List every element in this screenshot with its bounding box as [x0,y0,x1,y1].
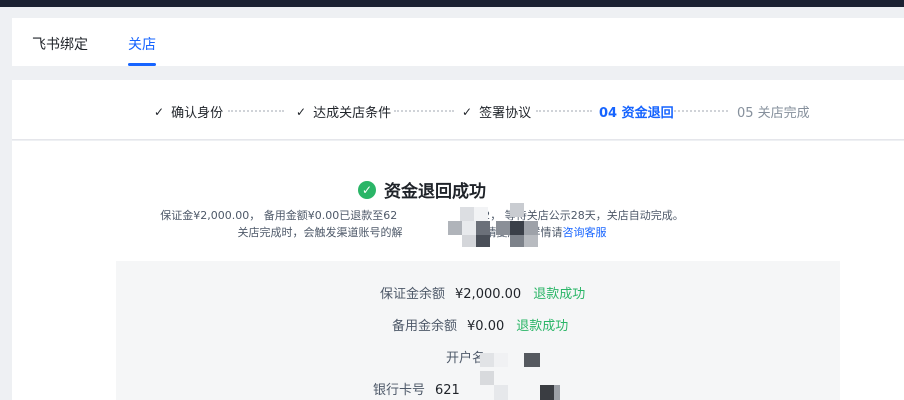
reserve-value: ¥0.00 [467,319,505,334]
privacy-mosaic [480,345,560,400]
result-title: 资金退回成功 [384,182,486,202]
result-description-line1: 保证金¥2,000.00， 备用金额¥0.00已退款至62 332， 等待关店公示… [12,207,832,223]
step-label: 签署协议 [479,106,532,121]
card-number-row: 银行卡号 621 [373,379,460,398]
step-fund-return: 04 资金退回 [599,102,674,121]
deposit-value: ¥2,000.00 [455,287,522,302]
tab-feishu-binding[interactable]: 飞书绑定 [32,34,88,54]
check-icon: ✓ [462,104,473,119]
step-label: 04 资金退回 [599,106,674,121]
active-tab-indicator [128,63,156,66]
desc-text: 关店完成时，会触发渠道账号的解 [237,226,403,239]
privacy-mosaic [448,203,542,249]
result-header: ✓ 资金退回成功 [12,177,832,202]
step-close-complete: 05 关店完成 [737,102,810,121]
step-connector [674,110,728,112]
card-number-value: 621 [435,383,460,398]
step-sign-agreement: ✓ 签署协议 [462,102,532,122]
check-icon: ✓ [296,104,307,119]
step-confirm-identity: ✓ 确认身份 [154,102,224,122]
progress-steps: ✓ 确认身份 ✓ 达成关店条件 ✓ 签署协议 04 资金退回 05 关店完成 [12,80,904,140]
deposit-row: 保证金余额 ¥2,000.00 退款成功 [380,283,585,302]
step-connector [228,110,284,112]
tab-bar: 飞书绑定 关店 [12,18,904,66]
step-meet-conditions: ✓ 达成关店条件 [296,102,392,122]
step-label: 05 关店完成 [737,106,810,121]
deposit-status: 退款成功 [533,287,586,302]
tab-close-store[interactable]: 关店 [128,34,156,54]
step-connector [536,110,592,112]
step-connector [394,110,454,112]
success-check-icon: ✓ [358,180,376,199]
deposit-label: 保证金余额 [380,287,446,302]
reserve-status: 退款成功 [516,319,569,334]
step-label: 确认身份 [171,106,224,121]
result-panel: ✓ 资金退回成功 保证金¥2,000.00， 备用金额¥0.00已退款至62 33… [12,141,904,400]
desc-text: 保证金¥2,000.00， 备用金额¥0.00已退款至62 [160,209,398,222]
card-number-label: 银行卡号 [373,383,426,398]
step-label: 达成关店条件 [313,106,392,121]
check-icon: ✓ [154,104,165,119]
refund-details: 保证金余额 ¥2,000.00 退款成功 备用金余额 ¥0.00 退款成功 开户名 银行… [116,261,840,400]
top-bar [0,0,904,7]
result-description-line2: 关店完成时，会触发渠道账号的解申请复店，详情请咨询客服 [12,224,832,240]
reserve-label: 备用金余额 [392,319,458,334]
reserve-row: 备用金余额 ¥0.00 退款成功 [392,315,568,334]
contact-support-link[interactable]: 咨询客服 [563,226,607,239]
